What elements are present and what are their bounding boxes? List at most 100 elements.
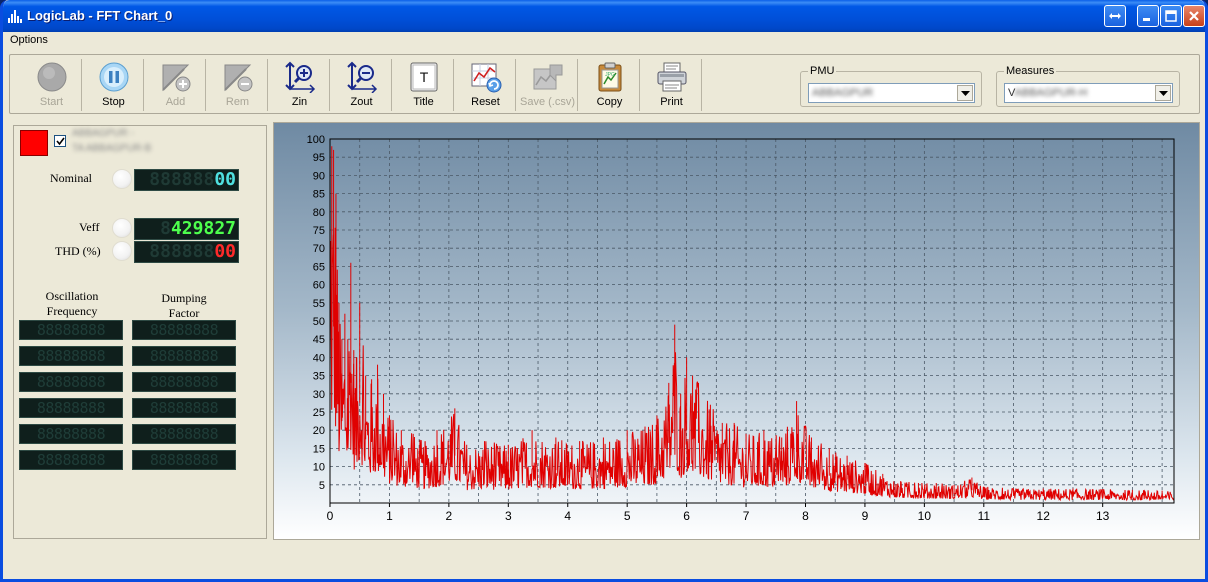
zoom-out-icon [347, 61, 378, 93]
damping-cell: 88888888 [132, 450, 236, 470]
damping-cell: 88888888 [132, 424, 236, 444]
y-tick-label: 5 [319, 480, 325, 492]
y-tick-label: 80 [313, 207, 325, 219]
print-button[interactable]: Print [642, 59, 702, 111]
resize-button[interactable] [1104, 5, 1126, 27]
toolbar: Start Stop Add Rem Zin Zout T Title Rese… [9, 54, 1200, 114]
measures-group: Measures VABBAGPUR-H [996, 65, 1180, 107]
save-csv-icon [533, 64, 563, 90]
x-tick-label: 11 [978, 509, 991, 523]
nominal-indicator [112, 169, 132, 189]
add-label: Add [165, 96, 186, 108]
y-tick-label: 85 [313, 189, 325, 201]
save-csv-label: Save (.csv) [519, 96, 575, 108]
remove-button[interactable]: Rem [208, 59, 268, 111]
y-tick-label: 75 [313, 225, 325, 237]
zoom-in-label: Zin [291, 96, 308, 108]
maximize-button[interactable] [1160, 5, 1182, 27]
y-tick-label: 30 [313, 389, 325, 401]
oscillation-cell: 88888888 [19, 346, 123, 366]
thd-indicator [112, 241, 132, 261]
x-tick-label: 0 [327, 509, 334, 523]
zoom-out-label: Zout [350, 96, 373, 108]
x-tick-label: 7 [743, 509, 750, 523]
nominal-label: Nominal [50, 171, 92, 185]
oscillation-cell: 88888888 [19, 398, 123, 418]
stop-button[interactable]: Stop [84, 59, 144, 111]
oscillation-cell: 88888888 [19, 372, 123, 392]
y-tick-label: 70 [313, 243, 325, 255]
damping-cell: 88888888 [132, 320, 236, 340]
measurement-panel: ABBAGPUR - TA ABBAGPUR-B Nominal 8888880… [13, 125, 267, 539]
oscillation-cell: 88888888 [19, 450, 123, 470]
damping-factor-header: Dumping Factor [161, 291, 207, 320]
resize-arrows-icon [1109, 13, 1121, 19]
app-icon [8, 10, 22, 23]
x-tick-label: 2 [446, 509, 453, 523]
chevron-down-icon [961, 91, 970, 96]
x-tick-label: 9 [862, 509, 869, 523]
oscillation-cell: 88888888 [19, 320, 123, 340]
pmu-select[interactable]: ABBAGPUR [808, 83, 975, 103]
reset-icon [471, 63, 502, 93]
veff-indicator [112, 218, 132, 238]
copy-button[interactable]: JPG Copy [580, 59, 640, 111]
y-tick-label: 25 [313, 407, 325, 419]
measures-value: VABBAGPUR-H [1008, 87, 1087, 99]
x-tick-label: 6 [683, 509, 690, 523]
series-color-swatch[interactable] [20, 130, 48, 156]
minimize-icon [1143, 18, 1150, 21]
add-icon [162, 64, 191, 92]
title-bar[interactable]: LogicLab - FFT Chart_0 [3, 0, 1205, 32]
y-tick-label: 20 [313, 425, 325, 437]
y-tick-label: 90 [313, 170, 325, 182]
window-title: LogicLab - FFT Chart_0 [27, 8, 173, 23]
series-visible-checkbox[interactable] [54, 135, 66, 147]
remove-icon [224, 64, 253, 92]
pmu-value: ABBAGPUR [812, 87, 874, 99]
stop-icon [99, 62, 129, 92]
save-csv-button[interactable]: Save (.csv) [518, 59, 578, 111]
y-tick-label: 50 [313, 316, 325, 328]
thd-display: 88888800 [134, 241, 239, 263]
copy-icon: JPG [598, 62, 622, 92]
y-tick-label: 10 [313, 462, 325, 474]
close-button[interactable] [1183, 5, 1205, 27]
y-tick-label: 15 [313, 443, 325, 455]
remove-label: Rem [225, 96, 250, 108]
fft-chart-svg[interactable]: 5101520253035404550556065707580859095100… [274, 123, 1199, 539]
y-tick-label: 100 [307, 134, 325, 146]
damping-cell: 88888888 [132, 346, 236, 366]
pmu-group: PMU ABBAGPUR [800, 65, 982, 107]
measures-dropdown-button[interactable] [1155, 85, 1171, 101]
x-tick-label: 12 [1037, 509, 1051, 523]
reset-button[interactable]: Reset [456, 59, 516, 111]
measures-select[interactable]: VABBAGPUR-H [1004, 83, 1173, 103]
title-button[interactable]: T Title [394, 59, 454, 111]
fft-chart[interactable]: 5 10 15 20 25 30 35 40 45 50 55 60 65 70 75 80 85 90 95 100… [273, 122, 1200, 540]
x-tick-label: 3 [505, 509, 512, 523]
x-tick-label: 4 [564, 509, 571, 523]
veff-label: Veff [79, 220, 100, 234]
measures-label: Measures [1004, 65, 1057, 77]
damping-cell: 88888888 [132, 372, 236, 392]
thd-value: 00 [214, 241, 236, 262]
add-button[interactable]: Add [146, 59, 206, 111]
measures-value-blurred: ABBAGPUR-H [1014, 87, 1088, 99]
chevron-down-icon [1159, 91, 1168, 96]
series-name-line2: TA ABBAGPUR-B [72, 143, 152, 154]
minimize-button[interactable] [1137, 5, 1159, 27]
checkmark-icon [56, 137, 65, 146]
y-tick-label: 35 [313, 371, 325, 383]
thd-label: THD (%) [55, 244, 101, 258]
measures-value-prefix: V [1008, 87, 1015, 99]
close-icon [1189, 11, 1199, 21]
start-button[interactable]: Start [22, 59, 82, 111]
pmu-dropdown-button[interactable] [957, 85, 973, 101]
y-tick-label: 65 [313, 261, 325, 273]
zoom-out-button[interactable]: Zout [332, 59, 392, 111]
menu-options[interactable]: Options [10, 34, 48, 46]
zoom-in-button[interactable]: Zin [270, 59, 330, 111]
copy-label: Copy [596, 96, 623, 108]
menu-bar: Options [3, 32, 1205, 50]
